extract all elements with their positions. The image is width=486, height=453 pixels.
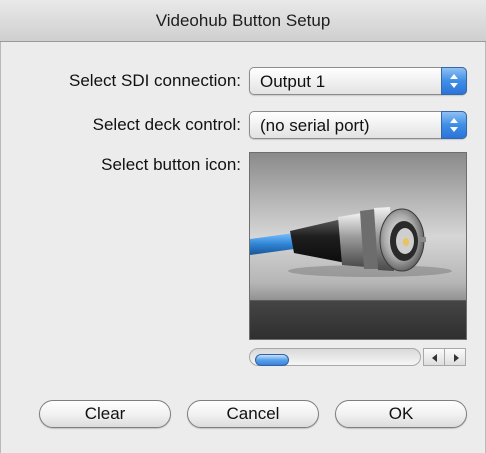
bnc-connector-icon [250,207,452,277]
scrollbar-track[interactable] [249,348,421,366]
deck-control-value: (no serial port) [260,116,370,135]
ok-button[interactable]: OK [335,400,467,428]
popup-arrows-icon [441,111,467,139]
sdi-connection-select[interactable]: Output 1 [249,67,467,95]
title-bar: Videohub Button Setup [0,0,486,42]
scrollbar-thumb[interactable] [255,354,289,366]
arrow-right-icon [454,354,459,362]
icon-scrollbar[interactable] [249,346,467,368]
deck-control-select[interactable]: (no serial port) [249,111,467,139]
arrow-left-icon [432,354,437,362]
scroll-right-button[interactable] [444,348,466,366]
clear-button[interactable]: Clear [39,400,171,428]
sdi-connection-value: Output 1 [260,72,326,91]
icon-label-strip [250,300,466,339]
popup-arrows-icon [441,67,467,95]
button-icon-preview[interactable] [249,152,467,340]
cancel-button[interactable]: Cancel [187,400,319,428]
deck-control-label: Select deck control: [92,115,241,134]
scroll-left-button[interactable] [423,348,445,366]
button-icon-label: Select button icon: [101,155,241,174]
sdi-connection-label: Select SDI connection: [69,71,241,90]
window-title: Videohub Button Setup [155,11,331,30]
